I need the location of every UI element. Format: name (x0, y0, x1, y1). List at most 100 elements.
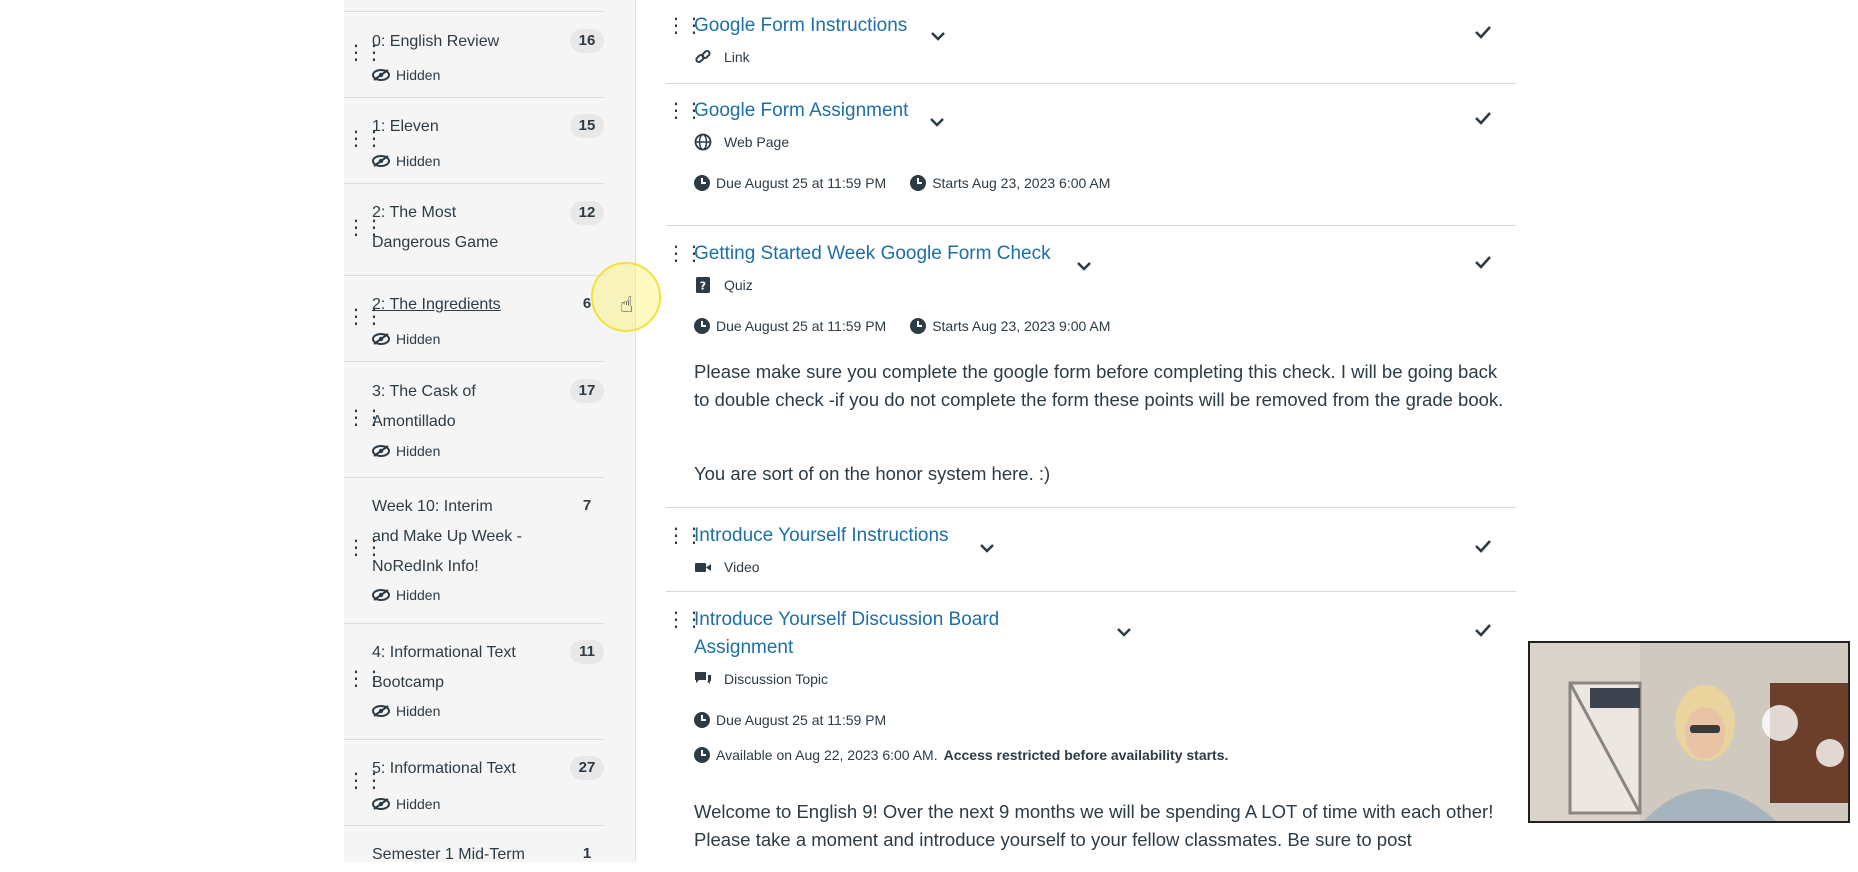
item-dates: Due August 25 at 11:59 PM (694, 711, 886, 729)
access-restriction-note: Access restricted before availability st… (943, 747, 1229, 763)
checkmark-icon[interactable] (1474, 22, 1492, 45)
eye-off-icon (372, 589, 390, 601)
module-item[interactable]: ⋮⋮ Week 10: Interim and Make Up Week -No… (344, 478, 604, 624)
checkmark-icon[interactable] (1474, 620, 1492, 643)
module-title[interactable]: 5: Informational Text (372, 754, 542, 784)
module-item[interactable]: ⋮⋮ 4: Informational Text Bootcamp 11 Hid… (344, 624, 604, 740)
module-item[interactable]: ⋮⋮ 1: Eleven 15 Hidden (344, 98, 604, 184)
item-title-link[interactable]: Google Form Assignment (694, 97, 908, 125)
checkmark-icon[interactable] (1474, 536, 1492, 559)
module-item[interactable]: ⋮⋮ 0: English Review 16 Hidden (344, 14, 604, 98)
module-content-item[interactable]: ⋮⋮ Introduce Yourself Discussion Board A… (666, 592, 1516, 872)
item-type: ? Quiz (694, 276, 753, 294)
eye-off-icon (372, 445, 390, 457)
item-title-link[interactable]: Introduce Yourself Instructions (694, 522, 949, 550)
module-hidden-status: Hidden (372, 66, 440, 84)
module-title[interactable]: 0: English Review (372, 27, 542, 57)
module-content-item[interactable]: ⋮⋮ Google Form Assignment Web Page Due A… (666, 84, 1516, 226)
globe-icon (694, 133, 712, 151)
clock-icon (694, 318, 710, 334)
hidden-label: Hidden (396, 153, 441, 169)
eye-off-icon (372, 333, 390, 345)
module-count-badge: 17 (570, 379, 604, 403)
pointer-hand-icon: ☝ (620, 292, 634, 317)
webcam-overlay (1528, 641, 1850, 823)
clock-icon (910, 175, 927, 191)
hidden-label: Hidden (396, 443, 441, 459)
module-items-list: ⋮⋮ Google Form Instructions Link ⋮⋮ Goog… (666, 0, 1516, 862)
clock-icon (694, 175, 710, 191)
module-title[interactable]: Week 10: Interim and Make Up Week -NoRed… (372, 492, 522, 582)
item-type-label: Video (724, 559, 760, 575)
chevron-down-icon[interactable] (1116, 624, 1132, 640)
due-date: Due August 25 at 11:59 PM (716, 318, 887, 334)
module-item[interactable]: Semester 1 Mid-Term 1 (344, 826, 604, 866)
module-title[interactable]: 3: The Cask of Amontillado (372, 377, 512, 437)
item-type-label: Link (724, 49, 750, 65)
start-date: Starts Aug 23, 2023 9:00 AM (932, 318, 1111, 334)
item-type: Video (694, 558, 760, 576)
item-type: Link (694, 48, 750, 66)
checkmark-icon[interactable] (1474, 252, 1492, 275)
module-item[interactable]: ⋮⋮ 5: Informational Text 27 Hidden (344, 740, 604, 826)
item-description: Please make sure you complete the google… (694, 361, 1504, 410)
chevron-down-icon[interactable] (979, 540, 995, 556)
hidden-label: Hidden (396, 67, 441, 83)
chevron-down-icon[interactable] (929, 114, 945, 130)
hidden-label: Hidden (396, 331, 441, 347)
item-description: Welcome to English 9! Over the next 9 mo… (694, 801, 1494, 850)
module-item[interactable]: ⋮⋮ 3: The Cask of Amontillado 17 Hidden (344, 362, 604, 478)
module-title[interactable]: 2: The Ingredients (372, 290, 542, 320)
module-hidden-status: Hidden (372, 586, 440, 604)
webcam-video-frame (1530, 643, 1848, 821)
module-title[interactable]: 2: The Most Dangerous Game (372, 198, 512, 258)
module-hidden-status: Hidden (372, 442, 440, 460)
item-availability: Available on Aug 22, 2023 6:00 AM. Acces… (694, 746, 1228, 764)
item-title-link[interactable]: Introduce Yourself Discussion Board Assi… (694, 606, 1024, 662)
available-date: Available on Aug 22, 2023 6:00 AM. (716, 747, 938, 763)
module-item[interactable]: ⋮⋮ 2: The Ingredients 6 Hidden (344, 276, 604, 362)
item-dates: Due August 25 at 11:59 PM Starts Aug 23,… (694, 174, 1110, 192)
start-date: Starts Aug 23, 2023 6:00 AM (932, 175, 1111, 191)
item-title-link[interactable]: Google Form Instructions (694, 12, 907, 40)
module-list-top-item (344, 0, 604, 12)
eye-off-icon (372, 69, 390, 81)
chevron-down-icon[interactable] (1076, 258, 1092, 274)
module-title[interactable]: 1: Eleven (372, 112, 542, 142)
module-hidden-status: Hidden (372, 795, 440, 813)
eye-off-icon (372, 798, 390, 810)
module-content-item[interactable]: ⋮⋮ Google Form Instructions Link (666, 0, 1516, 84)
module-title[interactable]: Semester 1 Mid-Term (372, 840, 542, 870)
item-type-label: Quiz (724, 277, 753, 293)
module-sidebar: ⋮⋮ 0: English Review 16 Hidden ⋮⋮ 1: Ele… (0, 0, 636, 863)
clock-icon (694, 747, 710, 763)
eye-off-icon (372, 705, 390, 717)
module-title[interactable]: 4: Informational Text Bootcamp (372, 638, 542, 698)
module-count-badge: 16 (570, 29, 604, 53)
module-count-badge: 27 (570, 756, 604, 780)
checkmark-icon[interactable] (1474, 108, 1492, 131)
module-item[interactable]: ⋮⋮ 2: The Most Dangerous Game 12 (344, 184, 604, 276)
module-content-item[interactable]: ⋮⋮ Introduce Yourself Instructions Video (666, 508, 1516, 592)
chevron-down-icon[interactable] (930, 28, 946, 44)
item-dates: Due August 25 at 11:59 PM Starts Aug 23,… (694, 317, 1110, 335)
due-date: Due August 25 at 11:59 PM (716, 712, 887, 728)
discussion-icon (695, 672, 711, 684)
module-content-item[interactable]: ⋮⋮ Getting Started Week Google Form Chec… (666, 226, 1516, 508)
module-hidden-status: Hidden (372, 152, 440, 170)
hidden-label: Hidden (396, 796, 441, 812)
module-count-badge: 12 (570, 201, 604, 225)
item-title-link[interactable]: Getting Started Week Google Form Check (694, 240, 1051, 268)
clock-icon (910, 318, 927, 334)
item-type-label: Discussion Topic (724, 671, 829, 687)
item-type-label: Web Page (724, 134, 790, 150)
eye-off-icon (372, 155, 390, 167)
module-count-badge: 15 (570, 114, 604, 138)
svg-text:?: ? (700, 280, 706, 293)
clock-icon (694, 712, 710, 728)
item-description: You are sort of on the honor system here… (694, 463, 1051, 484)
item-type: Web Page (694, 133, 789, 151)
module-hidden-status: Hidden (372, 330, 440, 348)
hidden-label: Hidden (396, 587, 441, 603)
module-hidden-status: Hidden (372, 702, 440, 720)
